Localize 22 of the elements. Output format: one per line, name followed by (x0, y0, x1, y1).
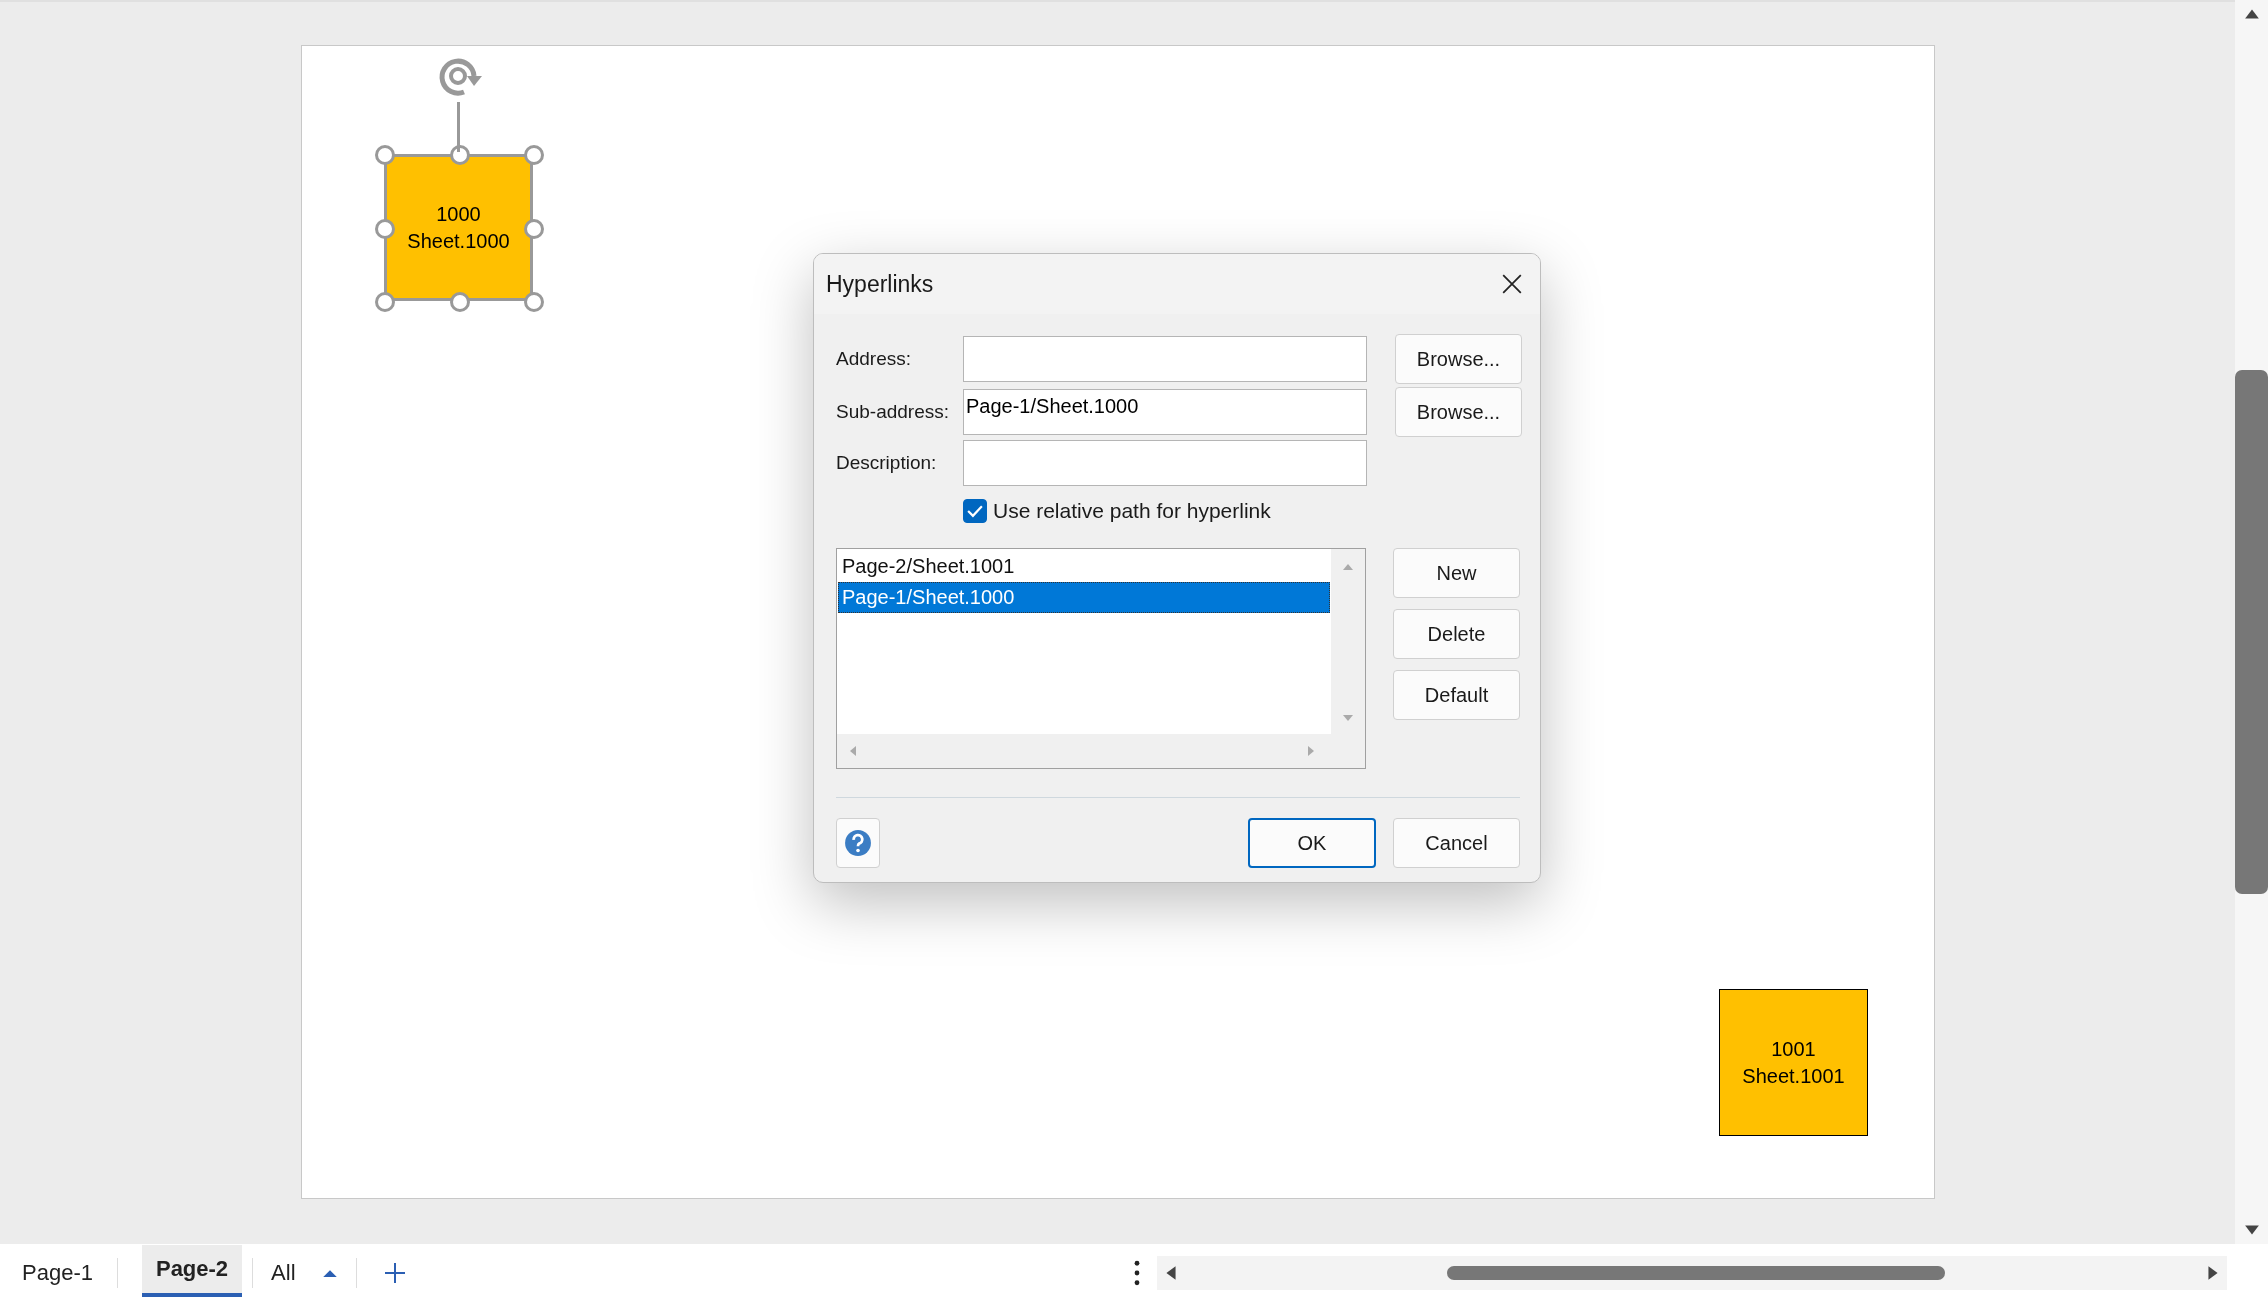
list-action-button[interactable]: New (1393, 548, 1520, 598)
list-action-button[interactable]: Delete (1393, 609, 1520, 659)
dialog-button[interactable]: Cancel (1393, 818, 1520, 868)
dialog-title: Hyperlinks (826, 270, 934, 298)
checkbox-label: Use relative path for hyperlink (993, 499, 1271, 523)
shape-label: 1001 Sheet.1001 (1742, 1036, 1845, 1089)
rectangle-shape[interactable]: 1000 Sheet.1000 (384, 154, 533, 301)
field-label: Address: (836, 348, 912, 370)
list-action-button[interactable]: Default (1393, 670, 1520, 720)
browse-button[interactable]: Browse... (1395, 334, 1522, 384)
page-tab[interactable]: Page-1 (12, 1244, 103, 1302)
browse-button[interactable]: Browse... (1395, 387, 1522, 437)
all-pages-button[interactable]: All (267, 1260, 342, 1286)
list-item[interactable]: Page-2/Sheet.1001 (838, 551, 1330, 582)
text-field[interactable]: Page-1/Sheet.1000 (963, 389, 1367, 435)
field-label: Description: (836, 452, 938, 474)
shape-label: 1000 Sheet.1000 (407, 201, 510, 254)
list-item[interactable]: Page-1/Sheet.1000 (838, 582, 1330, 613)
rectangle-shape[interactable]: 1001 Sheet.1001 (1719, 989, 1868, 1136)
field-label: Sub-address: (836, 401, 950, 423)
page-tab[interactable]: Page-2 (141, 1245, 243, 1297)
dialog-button[interactable]: OK (1248, 818, 1376, 868)
